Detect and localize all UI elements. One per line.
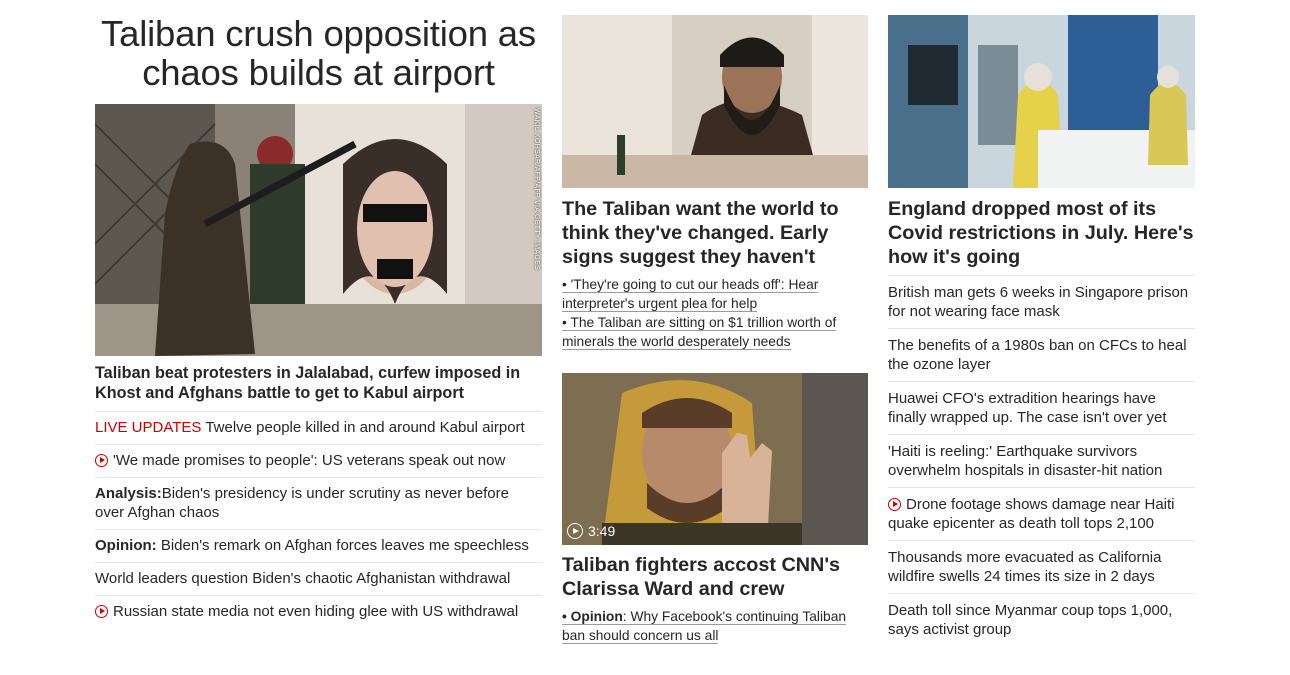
list-item-text: The benefits of a 1980s ban on CFCs to h… <box>888 337 1187 373</box>
list-item-text: Huawei CFO's extradition hearings have f… <box>888 390 1167 426</box>
list-item-text: Twelve people killed in and around Kabul… <box>205 419 525 436</box>
analysis-label: Analysis: <box>95 485 162 502</box>
list-item-text: World leaders question Biden's chaotic A… <box>95 570 511 587</box>
lead-story-column: Taliban crush opposition as chaos builds… <box>95 0 542 628</box>
play-icon <box>95 605 108 618</box>
news-homepage: Taliban crush opposition as chaos builds… <box>0 0 1290 675</box>
video-duration-badge: 3:49 <box>567 522 615 540</box>
cnn-crew-headline[interactable]: Taliban fighters accost CNN's Clarissa W… <box>562 553 868 601</box>
lead-related-list: LIVE UPDATES Twelve people killed in and… <box>95 411 542 628</box>
list-item[interactable]: Thousands more evacuated as California w… <box>888 540 1195 593</box>
list-item[interactable]: Drone footage shows damage near Haiti qu… <box>888 487 1195 540</box>
list-item[interactable]: 'We made promises to people': US veteran… <box>95 444 542 477</box>
list-item[interactable]: World leaders question Biden's chaotic A… <box>95 562 542 595</box>
list-item-text: Biden's remark on Afghan forces leaves m… <box>160 537 529 554</box>
list-item[interactable]: Russian state media not even hiding glee… <box>95 595 542 628</box>
list-item-text: Thousands more evacuated as California w… <box>888 549 1162 585</box>
list-item[interactable]: Huawei CFO's extradition hearings have f… <box>888 381 1195 434</box>
england-covid-headline[interactable]: England dropped most of its Covid restri… <box>888 197 1195 269</box>
list-item[interactable]: LIVE UPDATES Twelve people killed in and… <box>95 411 542 444</box>
list-item[interactable]: Opinion: Biden's remark on Afghan forces… <box>95 529 542 562</box>
list-item-text: 'We made promises to people': US veteran… <box>113 452 506 469</box>
play-icon <box>888 498 901 511</box>
list-item-text: 'Haiti is reeling:' Earthquake survivors… <box>888 443 1163 479</box>
photo-credit: WAKIL KOHSAR/AFP/AFP VIA GETTY IMAGES <box>533 108 540 271</box>
lead-photo-illustration <box>95 104 542 356</box>
facebook-ban-related: • Opinion: Why Facebook's continuing Tal… <box>562 607 868 645</box>
lead-headline[interactable]: Taliban crush opposition as chaos builds… <box>95 14 542 92</box>
taliban-photo-illustration <box>562 15 868 188</box>
taliban-changed-headline[interactable]: The Taliban want the world to think they… <box>562 197 868 269</box>
video-duration: 3:49 <box>588 523 616 539</box>
cnn-video-thumbnail[interactable]: 3:49 <box>562 373 868 545</box>
covid-hospital-image[interactable] <box>888 15 1195 188</box>
right-column: England dropped most of its Covid restri… <box>888 0 1195 646</box>
list-item-text: Death toll since Myanmar coup tops 1,000… <box>888 602 1173 638</box>
list-item[interactable]: 'Haiti is reeling:' Earthquake survivors… <box>888 434 1195 487</box>
video-photo-illustration <box>562 373 868 545</box>
list-item-text: Drone footage shows damage near Haiti qu… <box>888 496 1175 532</box>
taliban-related-links: • 'They're going to cut our heads off': … <box>562 275 868 351</box>
list-item-text: British man gets 6 weeks in Singapore pr… <box>888 284 1189 320</box>
live-updates-label: LIVE UPDATES <box>95 419 202 436</box>
list-item[interactable]: British man gets 6 weeks in Singapore pr… <box>888 275 1195 328</box>
opinion-label: Opinion: <box>95 537 157 554</box>
list-item-text: Russian state media not even hiding glee… <box>113 603 519 620</box>
lead-story-image[interactable]: WAKIL KOHSAR/AFP/AFP VIA GETTY IMAGES <box>95 104 542 356</box>
minerals-link[interactable]: • The Taliban are sitting on $1 trillion… <box>562 315 837 350</box>
play-circle-icon <box>567 523 583 539</box>
list-item[interactable]: The benefits of a 1980s ban on CFCs to h… <box>888 328 1195 381</box>
middle-column: The Taliban want the world to think they… <box>562 0 868 645</box>
play-icon <box>95 454 108 467</box>
world-news-list: British man gets 6 weeks in Singapore pr… <box>888 275 1195 646</box>
taliban-leader-image[interactable] <box>562 15 868 188</box>
opinion-label: • Opinion <box>562 609 623 624</box>
hospital-photo-illustration <box>888 15 1195 188</box>
interpreter-plea-link[interactable]: • 'They're going to cut our heads off': … <box>562 277 819 312</box>
lead-story-link[interactable]: Taliban beat protesters in Jalalabad, cu… <box>95 363 542 403</box>
list-item[interactable]: Analysis:Biden's presidency is under scr… <box>95 477 542 529</box>
list-item[interactable]: Death toll since Myanmar coup tops 1,000… <box>888 593 1195 646</box>
facebook-ban-link[interactable]: • Opinion: Why Facebook's continuing Tal… <box>562 609 847 644</box>
